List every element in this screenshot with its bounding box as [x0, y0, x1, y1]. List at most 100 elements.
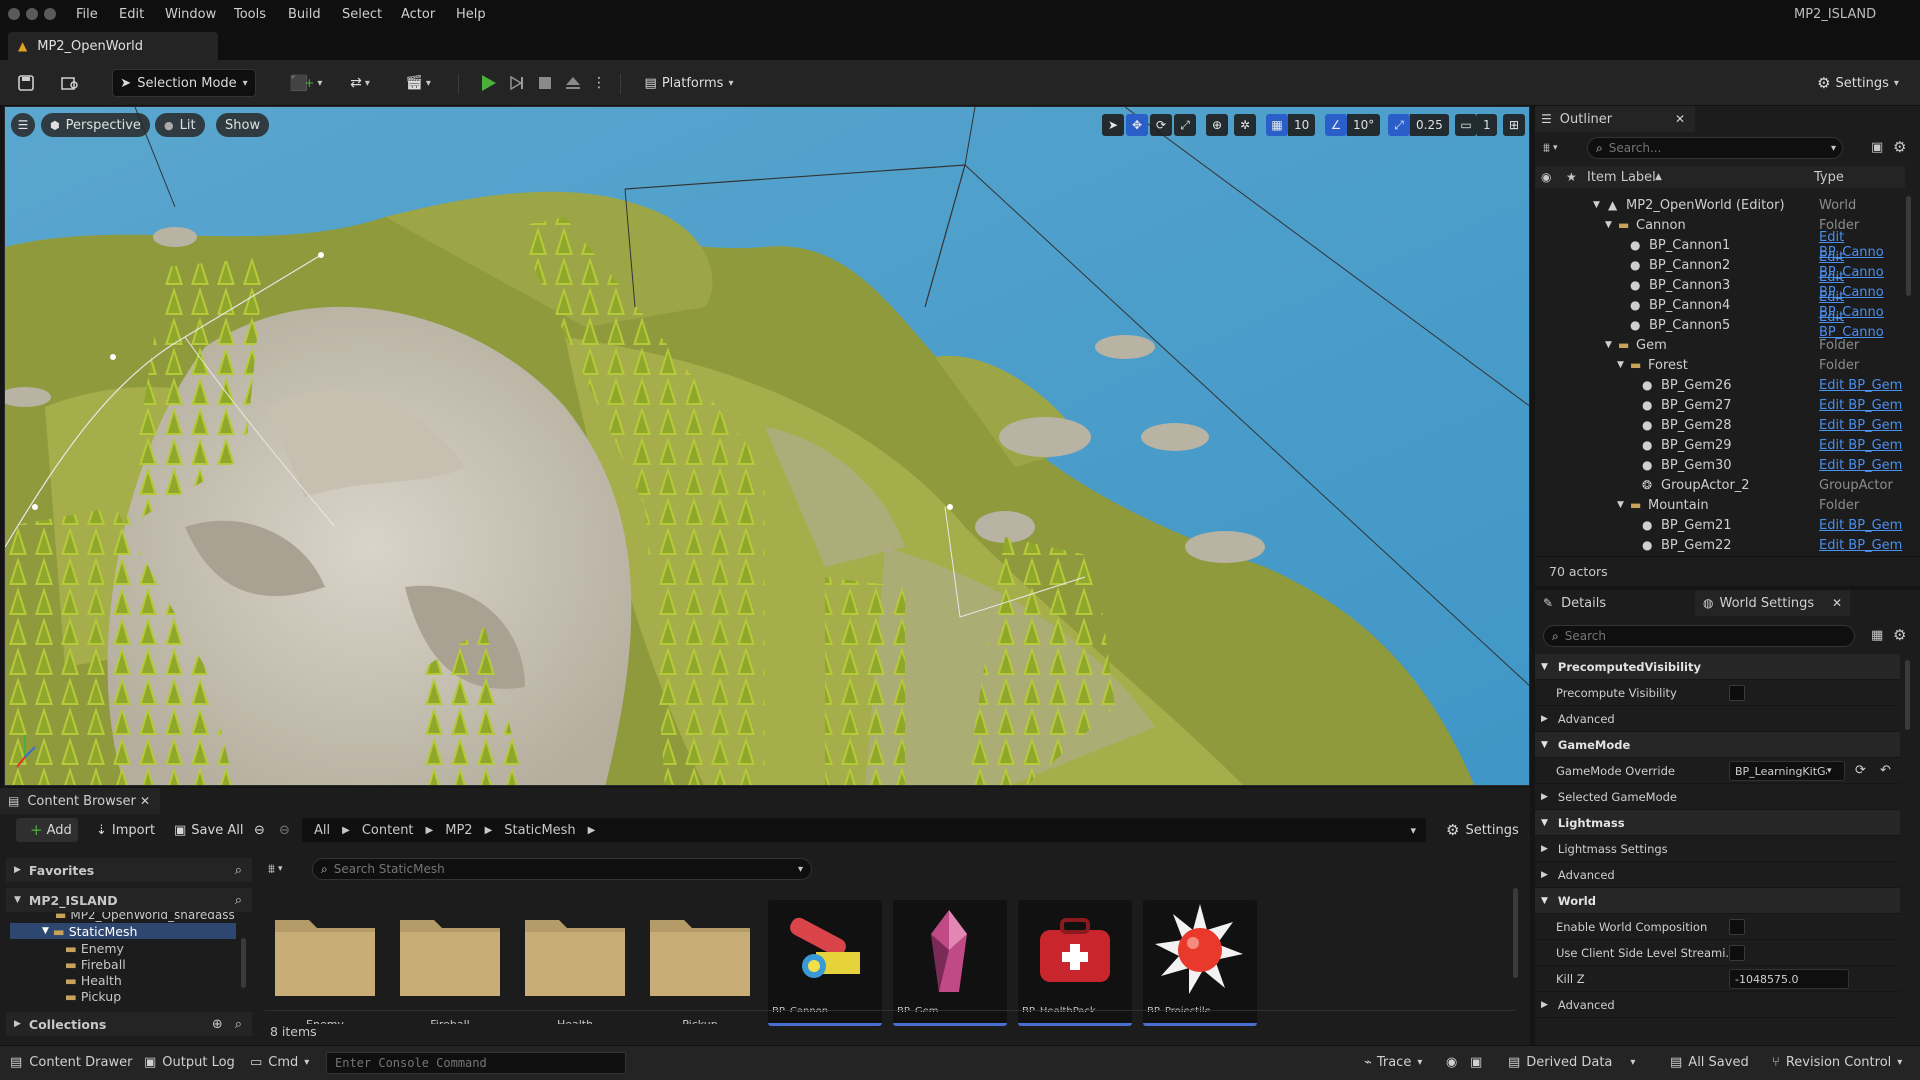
edit-blueprint-link[interactable]: Edit BP_Gem [1819, 438, 1902, 453]
lightmass-settings-expander[interactable]: ▶ Lightmass Settings [1535, 836, 1900, 862]
console-input[interactable] [326, 1052, 626, 1074]
details-search-input[interactable] [1564, 629, 1825, 643]
record-icon[interactable]: ◉ [1446, 1055, 1457, 1070]
outliner-row[interactable]: ▼ ▬ Gem Folder [1535, 335, 1905, 355]
asset-grid-scrollbar[interactable] [1513, 888, 1518, 978]
outliner-tab[interactable]: ☰ Outliner ✕ [1535, 106, 1695, 132]
camera-speed-icon[interactable]: ▭ [1455, 114, 1477, 136]
save-all-button[interactable]: ▣ Save All [174, 818, 243, 842]
eject-icon[interactable] [562, 69, 584, 97]
close-icon[interactable]: ✕ [1675, 112, 1685, 126]
folder-tree-item-selected[interactable]: ▼ ▬ StaticMesh [10, 923, 236, 939]
maximize-window-button[interactable] [44, 8, 56, 20]
outliner-row[interactable]: ● BP_Gem29 Edit BP_Gem [1535, 435, 1905, 455]
play-button[interactable] [476, 69, 500, 97]
visibility-eye-icon[interactable]: ◉ [1541, 170, 1551, 184]
all-saved-button[interactable]: ▤ All Saved [1670, 1055, 1749, 1070]
asset-folder-health[interactable]: Health [523, 910, 627, 1030]
back-icon[interactable]: ⊖ [254, 818, 265, 842]
category-precomputed-visibility[interactable]: ▼ PrecomputedVisibility [1535, 654, 1900, 680]
menu-tools[interactable]: Tools [234, 7, 266, 22]
surface-snap-icon[interactable]: ✲ [1234, 114, 1256, 136]
edit-blueprint-link[interactable]: Edit BP_Gem [1819, 458, 1902, 473]
category-lightmass[interactable]: ▼ Lightmass [1535, 810, 1900, 836]
folder-tree-item[interactable]: ▬ Enemy [65, 940, 124, 956]
viewport-menu-button[interactable]: ☰ [11, 113, 35, 137]
revision-control-dropdown[interactable]: ⑂ Revision Control ▾ [1772, 1055, 1902, 1070]
selection-mode-dropdown[interactable]: ➤ Selection Mode ▾ [112, 69, 256, 97]
folder-tree-item[interactable]: ▬ Fireball [65, 956, 126, 972]
rotation-snap-icon[interactable]: ∠ [1325, 114, 1347, 136]
rotate-tool-icon[interactable]: ⟳ [1150, 114, 1172, 136]
select-tool-icon[interactable]: ➤ [1102, 114, 1124, 136]
add-button[interactable]: + Add [16, 818, 78, 842]
play-options-icon[interactable]: ⋮ [592, 69, 606, 97]
selected-gamemode-expander[interactable]: ▶ Selected GameMode [1535, 784, 1900, 810]
client-side-streaming-checkbox[interactable] [1729, 944, 1745, 961]
table-view-icon[interactable]: ▦ [1871, 628, 1883, 643]
import-button[interactable]: ⇣ Import [96, 818, 155, 842]
advanced-expander[interactable]: ▶ Advanced [1535, 992, 1900, 1018]
folder-tree-scrollbar[interactable] [241, 938, 246, 988]
cinematics-button[interactable]: 🎬︎ ▾ [398, 69, 438, 97]
asset-folder-pickup[interactable]: Pickup [648, 910, 752, 1030]
pin-star-icon[interactable]: ★ [1566, 170, 1577, 184]
scale-snap-value[interactable]: 0.25 [1410, 114, 1449, 136]
scale-snap-icon[interactable]: ⤢ [1388, 114, 1410, 136]
settings-dropdown[interactable]: ⚙ Settings ▾ [1812, 69, 1904, 97]
close-icon[interactable]: ✕ [1832, 596, 1842, 610]
outliner-row[interactable]: ▼ ▬ Forest Folder [1535, 355, 1905, 375]
step-icon[interactable] [506, 69, 528, 97]
asset-folder-fireball[interactable]: Fireball [398, 910, 502, 1030]
search-icon[interactable]: ⌕ [235, 893, 242, 908]
perspective-button[interactable]: ⬢ Perspective [41, 113, 150, 137]
menu-file[interactable]: File [76, 7, 98, 22]
menu-build[interactable]: Build [288, 7, 321, 22]
asset-bp-cannon[interactable]: BP_Cannon [768, 900, 882, 1026]
asset-search[interactable]: ⌕ ▾ [312, 858, 812, 880]
edit-blueprint-link[interactable]: Edit BP_Gem [1819, 378, 1902, 393]
item-label-header[interactable]: Item Label [1587, 170, 1656, 185]
show-button[interactable]: Show [216, 113, 270, 137]
content-drawer-button[interactable]: ▤ Content Drawer [10, 1055, 132, 1070]
outliner-row[interactable]: ● BP_Gem27 Edit BP_Gem [1535, 395, 1905, 415]
grid-snap-value[interactable]: 10 [1288, 114, 1316, 136]
category-world[interactable]: ▼ World [1535, 888, 1900, 914]
gear-icon[interactable]: ⚙ [1893, 626, 1906, 644]
close-window-button[interactable] [8, 8, 20, 20]
folder-tree-item[interactable]: ▬ Pickup [65, 988, 121, 1004]
derived-data-dropdown[interactable]: ▤ Derived Data ▾ [1508, 1055, 1635, 1070]
scale-tool-icon[interactable]: ⤢ [1174, 114, 1196, 136]
kill-z-input[interactable]: -1048575.0 [1729, 969, 1849, 989]
level-viewport[interactable]: ☰ ⬢ Perspective ● Lit Show ➤ ✥ ⟳ ⤢ ⊕ ✲ ▦… [4, 106, 1530, 786]
edit-blueprint-link[interactable]: Edit BP_Gem [1819, 538, 1902, 553]
category-gamemode[interactable]: ▼ GameMode [1535, 732, 1900, 758]
trace-dropdown[interactable]: ⌁ Trace ▾ [1364, 1055, 1422, 1070]
new-folder-icon[interactable]: ▣ [1871, 140, 1883, 155]
advanced-expander[interactable]: ▶ Advanced [1535, 706, 1900, 732]
outliner-row[interactable]: ● BP_Gem21 Edit BP_Gem [1535, 515, 1905, 535]
menu-help[interactable]: Help [456, 7, 486, 22]
asset-bp-healthpack[interactable]: BP_HealthPack [1018, 900, 1132, 1026]
history-chevron-icon[interactable]: ▾ [1410, 824, 1416, 837]
grid-snap-icon[interactable]: ▦ [1266, 114, 1288, 136]
asset-search-input[interactable] [333, 862, 774, 876]
viewport-layout-icon[interactable]: ⊞ [1503, 114, 1525, 136]
content-browser-tab[interactable]: ▤ Content Browser ✕ [0, 788, 160, 814]
output-log-button[interactable]: ▣ Output Log [144, 1055, 235, 1070]
asset-bp-projectile[interactable]: BP_Projectile [1143, 900, 1257, 1026]
cb-settings-button[interactable]: ⚙ Settings [1446, 818, 1519, 842]
favorites-section[interactable]: ▶ Favorites ⌕ [6, 858, 252, 882]
menu-window[interactable]: Window [165, 7, 216, 22]
outliner-row[interactable]: ● BP_Gem28 Edit BP_Gem [1535, 415, 1905, 435]
reset-arrow-icon[interactable]: ↶ [1880, 763, 1891, 778]
outliner-row[interactable]: ▼ ▬ Mountain Folder [1535, 495, 1905, 515]
outliner-search[interactable]: ⌕ ▾ [1587, 137, 1843, 159]
world-space-icon[interactable]: ⊕ [1206, 114, 1228, 136]
browse-icon[interactable]: ⟳ [1855, 763, 1866, 778]
blueprint-button[interactable]: ⇄ ▾ [340, 69, 380, 97]
asset-bp-gem[interactable]: BP_Gem [893, 900, 1007, 1026]
precompute-visibility-checkbox[interactable] [1729, 684, 1745, 701]
collections-section[interactable]: ▶ Collections ⊕ ⌕ [6, 1012, 252, 1036]
folder-tree-item[interactable]: ▬ MP2_OpenWorld_sharedass [55, 912, 235, 922]
